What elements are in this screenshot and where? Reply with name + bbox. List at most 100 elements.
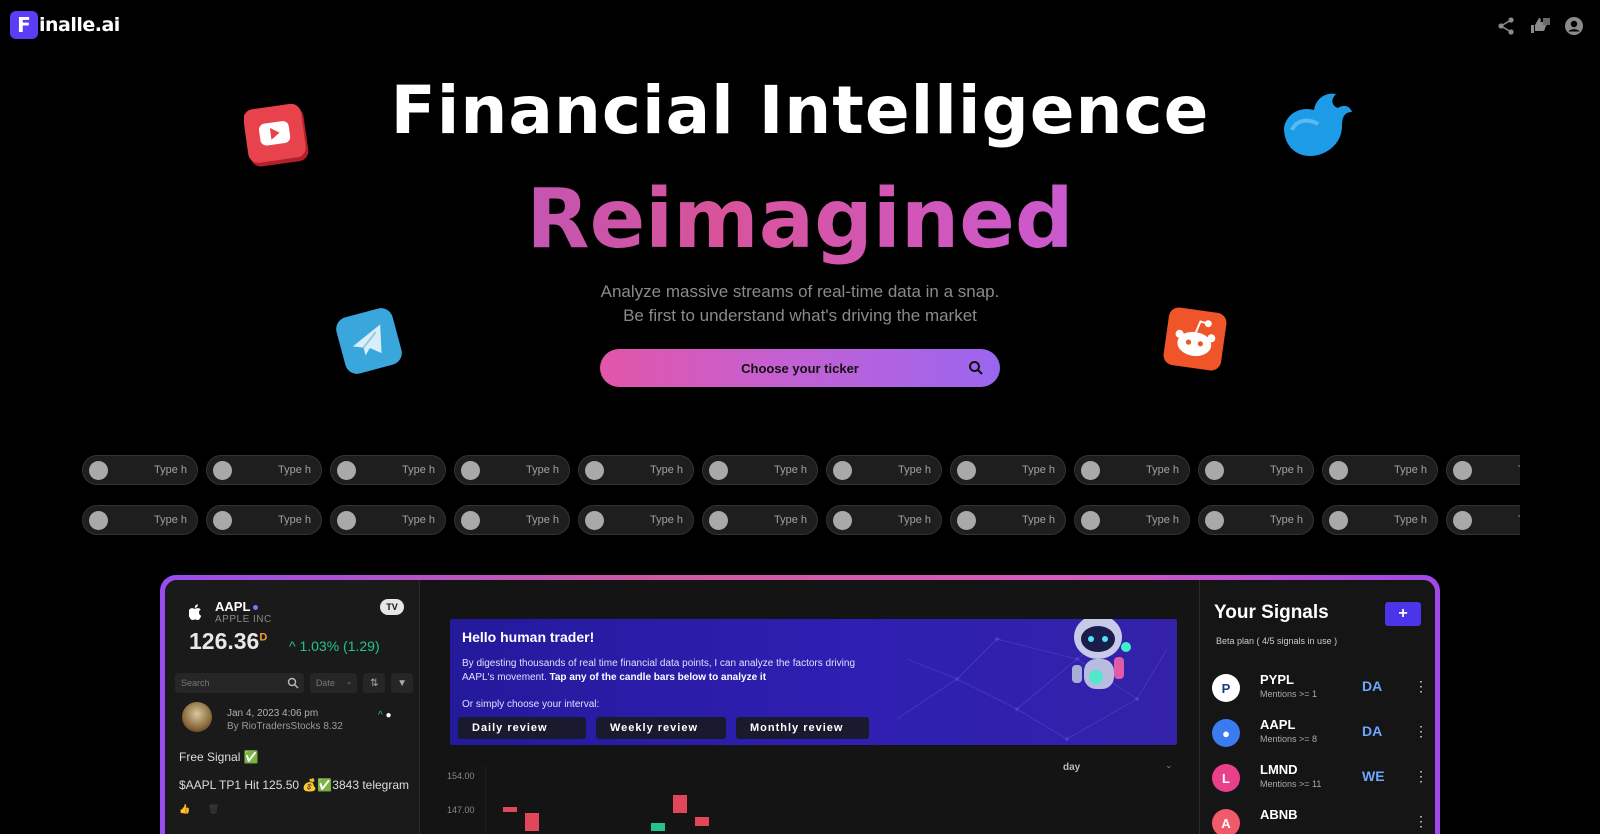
account-icon[interactable] [1564,16,1584,36]
ticker-chip[interactable]: Type h [1322,505,1438,535]
ticker-chip[interactable]: Type h [578,455,694,485]
avatar[interactable] [182,702,212,732]
ticker-chip[interactable]: Type h [950,505,1066,535]
candle[interactable] [525,813,539,831]
ticker-chip[interactable]: Type h [1198,455,1314,485]
filter-button[interactable]: ▼ [391,673,414,693]
feedback-icon[interactable] [1530,16,1550,36]
sort-order-button[interactable]: ⇅ [363,673,386,693]
signal-period: WE [1362,768,1385,784]
signal-item-aapl[interactable]: ● AAPL Mentions >= 8 DA ⋮ [1212,715,1432,749]
ticker-chip[interactable]: Type h [1446,505,1520,535]
toggle-knob [1453,510,1472,530]
ticker-chip[interactable]: Type h [826,505,942,535]
toggle-knob [461,460,480,480]
daily-review-button[interactable]: Daily review [458,717,586,739]
ticker-chip[interactable]: Type h [82,455,198,485]
signal-period: DA [1362,723,1383,739]
ticker-chip[interactable]: Type h [1074,455,1190,485]
youtube-icon [243,103,310,173]
ticker-chip[interactable]: Type h [206,505,322,535]
chip-placeholder: Type h [1022,464,1056,476]
chip-placeholder: Type h [278,464,312,476]
post-actions: 👍 🗑 [179,804,219,815]
ticker-chip[interactable]: Type h [1446,455,1520,485]
welcome-body-emphasis: Tap any of the candle bars below to anal… [549,672,767,683]
chip-placeholder: Type h [650,514,684,526]
chip-placeholder: Type h [1518,514,1520,526]
price-value: 126.36 [189,628,260,654]
ticker-chip[interactable]: Type h [1198,505,1314,535]
chip-placeholder: Type h [1270,514,1304,526]
candle[interactable] [673,795,687,813]
chip-placeholder: Type h [1394,464,1428,476]
more-options-icon[interactable]: ⋮ [1414,813,1428,830]
signal-mentions: Mentions >= 1 [1260,689,1318,699]
signal-item-lmnd[interactable]: L LMND Mentions >= 11 WE ⋮ [1212,760,1432,794]
ticker-chip[interactable]: Type h [330,455,446,485]
search-icon [968,360,984,376]
signals-panel: Your Signals + Beta plan ( 4/5 signals i… [1199,580,1435,834]
candlestick-chart[interactable] [485,765,1185,834]
sort-select-value: Date [315,678,335,688]
ticker-chip[interactable]: Type h [454,505,570,535]
toggle-knob [89,510,108,530]
toggle-knob [337,460,356,480]
candle[interactable] [651,823,665,831]
filter-icon: ▼ [397,677,408,689]
ticker-chip[interactable]: Type h [454,455,570,485]
chip-placeholder: Type h [1394,514,1428,526]
logo[interactable]: F inalle.ai [10,11,120,39]
weekly-review-button[interactable]: Weekly review [596,717,726,739]
ticker-chip[interactable]: Type h [950,455,1066,485]
feed-search-input[interactable]: Search [175,673,304,693]
welcome-card: Hello human trader! By digesting thousan… [450,619,1177,745]
ticker-chip[interactable]: Type h [82,505,198,535]
candle[interactable] [503,807,517,812]
plan-info: Beta plan ( 4/5 signals in use ) [1216,636,1338,646]
chip-placeholder: Type h [526,514,560,526]
signal-item-pypl[interactable]: P PYPL Mentions >= 1 DA ⋮ [1212,670,1432,704]
sort-select[interactable]: Date ⌄ [309,673,358,693]
dashboard-inner: AAPL APPLE INC TV 126.36D ^ 1.03% (1.29)… [165,580,1435,834]
more-options-icon[interactable]: ⋮ [1414,678,1428,695]
add-signal-button[interactable]: + [1385,602,1421,626]
chevron-down-icon: ⌄ [345,677,353,686]
hero-subtitle: Reimagined [0,172,1600,267]
toggle-knob [585,510,604,530]
ticker-chip[interactable]: Type h [330,505,446,535]
more-options-icon[interactable]: ⋮ [1414,768,1428,785]
post-text-line1: Free Signal ✅ [179,750,259,764]
dashboard-panel: AAPL APPLE INC TV 126.36D ^ 1.03% (1.29)… [160,575,1440,834]
monthly-review-button[interactable]: Monthly review [736,717,869,739]
ticker-chip[interactable]: Type h [826,455,942,485]
like-icon[interactable]: 👍 [179,804,190,814]
airbnb-icon: A [1212,809,1240,834]
paypal-icon: P [1212,674,1240,702]
share-icon[interactable] [1496,16,1516,36]
signal-symbol: PYPL [1260,672,1294,687]
chip-row-1: Type h Type h Type h Type h Type h Type h Type… [82,455,1520,485]
telegram-source-icon: ● [385,710,392,721]
delete-icon[interactable]: 🗑 [208,804,219,814]
ticker-chip[interactable]: Type h [1322,455,1438,485]
ticker-chip[interactable]: Type h [578,505,694,535]
signals-title: Your Signals [1214,602,1329,623]
interval-prompt: Or simply choose your interval: [462,699,600,710]
toggle-knob [1205,460,1224,480]
candle[interactable] [695,817,709,826]
signal-item-abnb[interactable]: A ABNB ⋮ [1212,805,1432,834]
ticker-chip[interactable]: Type h [702,455,818,485]
toggle-knob [1329,510,1348,530]
chip-placeholder: Type h [1518,464,1520,476]
ticker-chip[interactable]: Type h [702,505,818,535]
tradingview-button[interactable]: TV [380,599,404,615]
toggle-knob [1453,460,1472,480]
choose-ticker-button[interactable]: Choose your ticker [600,349,1000,387]
ticker-chip[interactable]: Type h [206,455,322,485]
more-options-icon[interactable]: ⋮ [1414,723,1428,740]
price-suffix: D [259,631,268,644]
toggle-knob [1329,460,1348,480]
reddit-icon [1162,306,1228,377]
ticker-chip[interactable]: Type h [1074,505,1190,535]
